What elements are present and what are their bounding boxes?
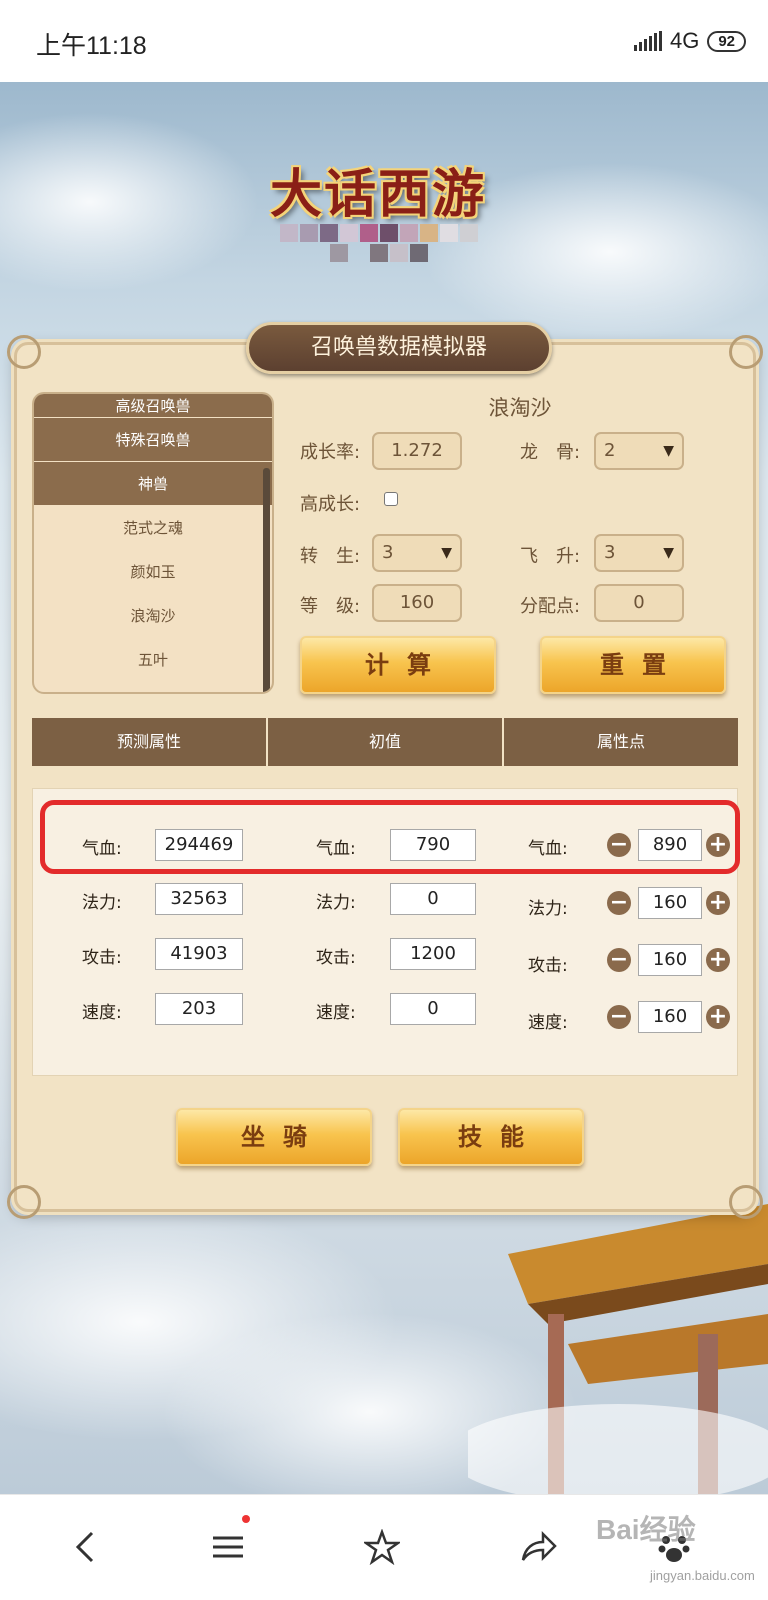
ascend-value: 3 bbox=[604, 542, 616, 563]
corner-ornament bbox=[7, 335, 41, 369]
predicted-value: 41903 bbox=[155, 938, 243, 970]
pet-list[interactable]: 高级召唤兽 特殊召唤兽 神兽 范式之魂 颜如玉 浪淘沙 五叶 bbox=[32, 392, 274, 694]
points-field[interactable]: 160 bbox=[638, 887, 702, 919]
list-scrollbar[interactable] bbox=[263, 468, 270, 692]
header-points: 属性点 bbox=[596, 732, 645, 751]
points-label: 分配点: bbox=[520, 596, 581, 617]
cloud bbox=[0, 112, 260, 292]
growth-value: 1.272 bbox=[391, 440, 443, 461]
high-growth-label: 高成长: bbox=[300, 494, 361, 515]
plus-icon[interactable]: + bbox=[706, 948, 730, 972]
points-value: 0 bbox=[633, 592, 645, 613]
menu-icon[interactable] bbox=[204, 1523, 252, 1571]
header-predicted: 预测属性 bbox=[32, 718, 268, 766]
level-value: 160 bbox=[399, 592, 435, 613]
row-label: 法力: bbox=[316, 893, 356, 913]
back-icon[interactable] bbox=[62, 1523, 110, 1571]
initial-field[interactable]: 1200 bbox=[390, 938, 476, 970]
list-item[interactable]: 五叶 bbox=[34, 638, 272, 682]
header-initial: 初值 bbox=[268, 718, 504, 766]
level-label: 等 级: bbox=[300, 596, 361, 617]
minus-icon[interactable]: − bbox=[607, 948, 631, 972]
row-label: 速度: bbox=[316, 1003, 356, 1023]
predicted-value: 32563 bbox=[155, 883, 243, 915]
initial-field[interactable]: 0 bbox=[390, 883, 476, 915]
row-label: 法力: bbox=[528, 899, 568, 919]
points-field[interactable]: 160 bbox=[638, 944, 702, 976]
logo-text: 大话西游 bbox=[269, 164, 486, 225]
network-label: 4G bbox=[669, 28, 700, 53]
game-logo: 大话西游 bbox=[258, 158, 498, 232]
corner-ornament bbox=[7, 1185, 41, 1219]
corner-ornament bbox=[729, 1185, 763, 1219]
signal-icon bbox=[633, 31, 662, 51]
list-item[interactable]: 浪淘沙 bbox=[34, 594, 272, 638]
plus-icon[interactable]: + bbox=[706, 891, 730, 915]
blurred-subtitle bbox=[280, 222, 500, 278]
chevron-down-icon: ▼ bbox=[663, 545, 674, 561]
minus-icon[interactable]: − bbox=[607, 891, 631, 915]
row-label: 攻击: bbox=[316, 948, 356, 968]
watermark-url: jingyan.baidu.com bbox=[650, 1568, 755, 1583]
notification-dot bbox=[242, 1515, 250, 1523]
level-field[interactable]: 160 bbox=[372, 584, 462, 622]
plus-icon[interactable]: + bbox=[706, 1005, 730, 1029]
list-item-category[interactable]: 高级召唤兽 bbox=[34, 394, 272, 418]
skill-button[interactable]: 技能 bbox=[398, 1108, 584, 1166]
status-time: 上午11:18 bbox=[36, 32, 147, 60]
status-bar: 上午11:18 4G 92 bbox=[0, 0, 768, 82]
rebirth-select[interactable]: 3 ▼ bbox=[372, 534, 462, 572]
minus-icon[interactable]: − bbox=[607, 1005, 631, 1029]
mount-button[interactable]: 坐骑 bbox=[176, 1108, 372, 1166]
list-item-category[interactable]: 特殊召唤兽 bbox=[34, 418, 272, 462]
list-item-category[interactable]: 神兽 bbox=[34, 462, 272, 506]
chevron-down-icon: ▼ bbox=[663, 443, 674, 459]
points-field[interactable]: 160 bbox=[638, 1001, 702, 1033]
corner-ornament bbox=[729, 335, 763, 369]
calculate-button[interactable]: 计算 bbox=[300, 636, 496, 694]
battery-icon: 92 bbox=[707, 30, 746, 52]
ascend-label: 飞 升: bbox=[520, 546, 581, 567]
status-right: 4G 92 bbox=[633, 28, 746, 54]
rebirth-value: 3 bbox=[382, 542, 394, 563]
species-name: 浪淘沙 bbox=[488, 396, 552, 420]
panel-title-plate: 召唤兽数据模拟器 bbox=[246, 322, 552, 374]
rebirth-label: 转 生: bbox=[300, 546, 361, 567]
growth-field[interactable]: 1.272 bbox=[372, 432, 462, 470]
growth-label: 成长率: bbox=[300, 442, 361, 463]
row-label: 攻击: bbox=[528, 956, 568, 976]
temple-illustration bbox=[468, 1204, 768, 1494]
row-label: 法力: bbox=[82, 893, 122, 913]
panel-title: 召唤兽数据模拟器 bbox=[310, 335, 487, 360]
list-item[interactable]: 范式之魂 bbox=[34, 506, 272, 550]
bone-value: 2 bbox=[604, 440, 616, 461]
initial-field[interactable]: 0 bbox=[390, 993, 476, 1025]
share-icon[interactable] bbox=[514, 1523, 562, 1571]
row-label: 速度: bbox=[528, 1013, 568, 1033]
high-growth-checkbox[interactable] bbox=[384, 492, 398, 506]
reset-button[interactable]: 重置 bbox=[540, 636, 726, 694]
watermark: Bai经验 bbox=[596, 1514, 696, 1545]
points-field[interactable]: 0 bbox=[594, 584, 684, 622]
row-label: 攻击: bbox=[82, 948, 122, 968]
star-icon[interactable] bbox=[358, 1523, 406, 1571]
attribute-header: 预测属性 初值 属性点 bbox=[32, 718, 738, 766]
row-label: 速度: bbox=[82, 1003, 122, 1023]
bone-label: 龙 骨: bbox=[520, 442, 581, 463]
bone-select[interactable]: 2 ▼ bbox=[594, 432, 684, 470]
battery-level: 92 bbox=[718, 32, 735, 50]
ascend-select[interactable]: 3 ▼ bbox=[594, 534, 684, 572]
chevron-down-icon: ▼ bbox=[441, 545, 452, 561]
predicted-value: 203 bbox=[155, 993, 243, 1025]
list-item[interactable]: 颜如玉 bbox=[34, 550, 272, 594]
highlight-annotation bbox=[40, 800, 740, 874]
